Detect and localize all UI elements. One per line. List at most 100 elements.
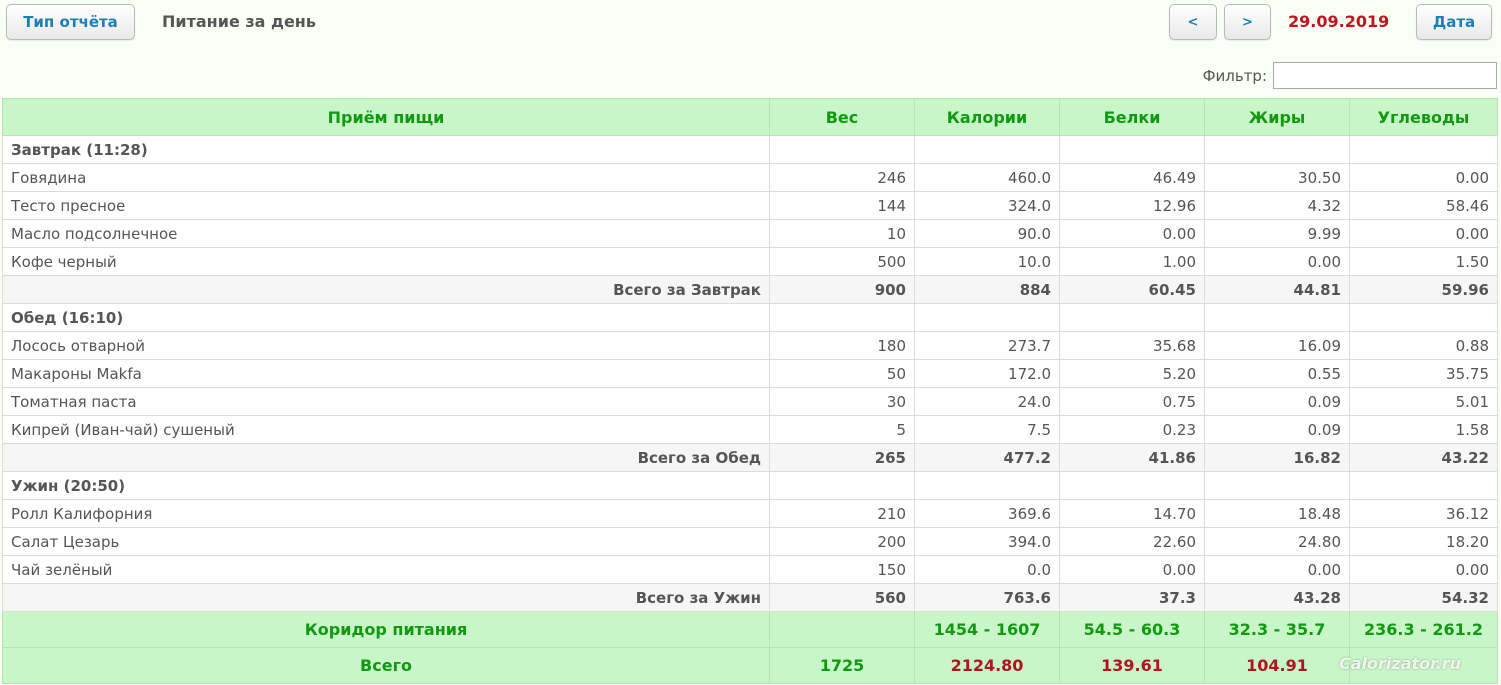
column-carbs-total (1349, 647, 1498, 684)
column-protein-value: 0.23 (1059, 415, 1205, 444)
column-weight-value: 144 (769, 191, 915, 220)
table-row[interactable]: Салат Цезарь 200 394.0 22.60 24.80 18.20 (2, 527, 1498, 556)
column-fat-value: 0.00 (1204, 247, 1350, 276)
column-calories-value: 369.6 (914, 499, 1060, 528)
previous-day-button[interactable]: < (1169, 4, 1217, 40)
table-row[interactable]: Чай зелёный 150 0.0 0.00 0.00 0.00 (2, 555, 1498, 584)
column-weight-value: 30 (769, 387, 915, 416)
table-row[interactable]: Кипрей (Иван-чай) сушеный 5 7.5 0.23 0.09 1.5… (2, 415, 1498, 444)
column-protein-header[interactable]: Белки (1059, 98, 1205, 136)
food-name[interactable]: Салат Цезарь (2, 527, 770, 556)
column-carbs-value: 18.20 (1349, 527, 1498, 556)
table-body: Завтрак (11:28) Говядина 246 460.0 46.49 30.5… (2, 135, 1498, 684)
column-carbs-value: 0.00 (1349, 163, 1498, 192)
column-calories-value: 10.0 (914, 247, 1060, 276)
column-weight-header[interactable]: Вес (769, 98, 915, 136)
column-fat-subtotal: 44.81 (1204, 275, 1350, 304)
table-row[interactable]: Макароны Makfa 50 172.0 5.20 0.55 35.75 (2, 359, 1498, 388)
meal-subtotal-row: Всего за Ужин 560 763.6 37.3 43.28 54.32 (2, 583, 1498, 612)
top-toolbar: Тип отчёта Питание за день < > 29.09.201… (0, 0, 1501, 60)
column-fat-value: 18.48 (1204, 499, 1350, 528)
food-name[interactable]: Тесто пресное (2, 191, 770, 220)
next-day-button[interactable]: > (1224, 4, 1271, 40)
table-header-row: Приём пищи Вес Калории Белки Жиры Углеводы (2, 98, 1498, 136)
column-weight-value: 246 (769, 163, 915, 192)
table-row[interactable]: Говядина 246 460.0 46.49 30.50 0.00 (2, 163, 1498, 192)
subtotal-label: Всего за Ужин (2, 583, 770, 612)
empty-cell (1059, 471, 1205, 500)
column-fat-value: 0.55 (1204, 359, 1350, 388)
column-weight-total: 1725 (769, 647, 915, 684)
table-row[interactable]: Тесто пресное 144 324.0 12.96 4.32 58.46 (2, 191, 1498, 220)
column-protein-value: 5.20 (1059, 359, 1205, 388)
food-name[interactable]: Кофе черный (2, 247, 770, 276)
food-name[interactable]: Кипрей (Иван-чай) сушеный (2, 415, 770, 444)
meal-header-row: Завтрак (11:28) (2, 135, 1498, 164)
column-calories-header[interactable]: Калории (914, 98, 1060, 136)
empty-cell (914, 303, 1060, 332)
column-weight-corridor (769, 611, 915, 648)
column-protein-value: 0.00 (1059, 219, 1205, 248)
column-fat-header[interactable]: Жиры (1204, 98, 1350, 136)
empty-cell (914, 471, 1060, 500)
empty-cell (1059, 135, 1205, 164)
date-picker-button[interactable]: Дата (1416, 4, 1492, 40)
empty-cell (1204, 303, 1350, 332)
meal-title: Завтрак (11:28) (2, 135, 770, 164)
column-fat-subtotal: 16.82 (1204, 443, 1350, 472)
meal-subtotal-row: Всего за Обед 265 477.2 41.86 16.82 43.22 (2, 443, 1498, 472)
column-weight-value: 200 (769, 527, 915, 556)
table-row[interactable]: Масло подсолнечное 10 90.0 0.00 9.99 0.00 (2, 219, 1498, 248)
column-weight-value: 50 (769, 359, 915, 388)
column-protein-subtotal: 41.86 (1059, 443, 1205, 472)
food-name[interactable]: Лосось отварной (2, 331, 770, 360)
column-protein-corridor: 54.5 - 60.3 (1059, 611, 1205, 648)
column-calories-value: 0.0 (914, 555, 1060, 584)
subtotal-label: Всего за Завтрак (2, 275, 770, 304)
column-carbs-value: 36.12 (1349, 499, 1498, 528)
column-calories-value: 273.7 (914, 331, 1060, 360)
column-carbs-header[interactable]: Углеводы (1349, 98, 1498, 136)
empty-cell (1204, 135, 1350, 164)
table-row[interactable]: Кофе черный 500 10.0 1.00 0.00 1.50 (2, 247, 1498, 276)
table-row[interactable]: Томатная паста 30 24.0 0.75 0.09 5.01 (2, 387, 1498, 416)
column-meal-header[interactable]: Приём пищи (2, 98, 770, 136)
food-name[interactable]: Масло подсолнечное (2, 219, 770, 248)
column-fat-value: 24.80 (1204, 527, 1350, 556)
column-carbs-subtotal: 59.96 (1349, 275, 1498, 304)
column-weight-value: 150 (769, 555, 915, 584)
report-type-button[interactable]: Тип отчёта (6, 4, 135, 40)
column-protein-subtotal: 37.3 (1059, 583, 1205, 612)
table-row[interactable]: Ролл Калифорния 210 369.6 14.70 18.48 36.12 (2, 499, 1498, 528)
meal-header-row: Обед (16:10) (2, 303, 1498, 332)
column-fat-value: 9.99 (1204, 219, 1350, 248)
filter-row: Фильтр: (1203, 62, 1497, 89)
meal-header-row: Ужин (20:50) (2, 471, 1498, 500)
column-carbs-value: 0.88 (1349, 331, 1498, 360)
filter-input[interactable] (1273, 62, 1497, 89)
column-protein-value: 14.70 (1059, 499, 1205, 528)
column-fat-value: 0.09 (1204, 387, 1350, 416)
column-weight-value: 500 (769, 247, 915, 276)
food-name[interactable]: Томатная паста (2, 387, 770, 416)
food-name[interactable]: Ролл Калифорния (2, 499, 770, 528)
page-title: Питание за день (162, 12, 316, 31)
meal-title: Ужин (20:50) (2, 471, 770, 500)
column-carbs-value: 0.00 (1349, 219, 1498, 248)
food-name[interactable]: Говядина (2, 163, 770, 192)
column-protein-value: 46.49 (1059, 163, 1205, 192)
column-fat-corridor: 32.3 - 35.7 (1204, 611, 1350, 648)
food-name[interactable]: Макароны Makfa (2, 359, 770, 388)
column-calories-value: 172.0 (914, 359, 1060, 388)
column-carbs-value: 0.00 (1349, 555, 1498, 584)
column-calories-value: 24.0 (914, 387, 1060, 416)
column-carbs-value: 1.58 (1349, 415, 1498, 444)
column-calories-value: 394.0 (914, 527, 1060, 556)
food-name[interactable]: Чай зелёный (2, 555, 770, 584)
column-fat-subtotal: 43.28 (1204, 583, 1350, 612)
table-row[interactable]: Лосось отварной 180 273.7 35.68 16.09 0.88 (2, 331, 1498, 360)
corridor-label: Коридор питания (2, 611, 770, 648)
column-calories-corridor: 1454 - 1607 (914, 611, 1060, 648)
column-calories-subtotal: 884 (914, 275, 1060, 304)
column-calories-value: 460.0 (914, 163, 1060, 192)
